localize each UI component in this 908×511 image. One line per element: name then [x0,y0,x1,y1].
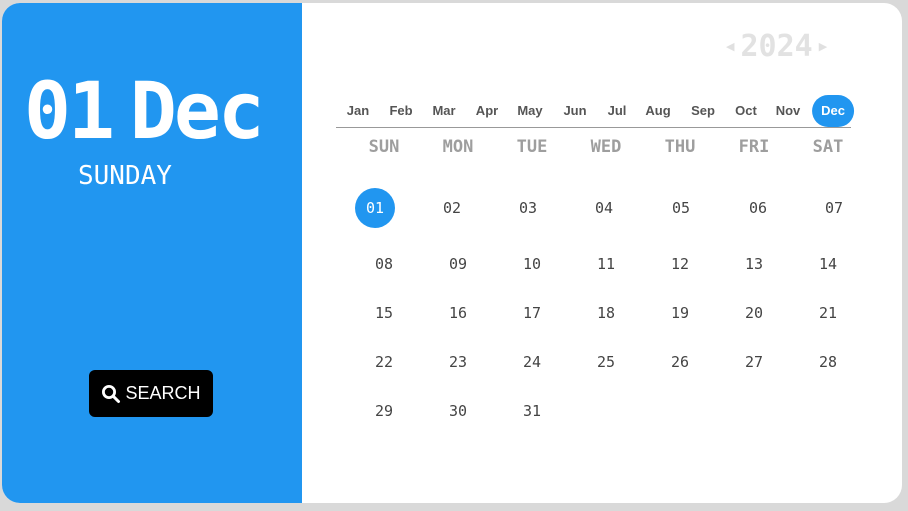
month-item-oct[interactable]: Oct [735,95,757,127]
day-cell[interactable]: 29 [364,391,404,431]
day-cell[interactable]: 04 [584,188,624,228]
month-item-sep[interactable]: Sep [691,95,715,127]
day-cell[interactable]: 16 [438,293,478,333]
day-cell[interactable]: 26 [660,342,700,382]
weekday-header-sat: SAT [812,137,844,157]
weekday-header-wed: WED [590,137,622,157]
day-cell[interactable]: 19 [660,293,700,333]
month-item-jan[interactable]: Jan [347,95,369,127]
day-cell[interactable]: 25 [586,342,626,382]
day-cell[interactable]: 24 [512,342,552,382]
day-cell[interactable]: 12 [660,244,700,284]
day-cell[interactable]: 30 [438,391,478,431]
weekday-header-thu: THU [664,137,696,157]
day-cell[interactable]: 17 [512,293,552,333]
day-cell[interactable]: 18 [586,293,626,333]
year-label: 2024 [740,29,813,64]
caret-right-icon[interactable]: ▶ [819,40,827,53]
day-cell[interactable]: 11 [586,244,626,284]
day-cell[interactable]: 01 [355,188,395,228]
day-cell[interactable]: 02 [432,188,472,228]
day-cell[interactable]: 10 [512,244,552,284]
day-cell[interactable]: 08 [364,244,404,284]
month-item-dec[interactable]: Dec [812,95,854,127]
selected-weekday: SUNDAY [78,161,172,191]
year-navigator: ◀ 2024 ▶ [726,29,827,64]
selected-day: 01 [24,67,115,157]
month-item-jul[interactable]: Jul [608,95,627,127]
day-cell[interactable]: 15 [364,293,404,333]
selected-date-panel: 01 Dec SUNDAY SEARCH [2,3,302,503]
day-cell[interactable]: 14 [808,244,848,284]
month-divider [336,127,851,128]
day-cell[interactable]: 27 [734,342,774,382]
month-selector: Jan Feb Mar Apr May Jun Jul Aug Sep Oct Nov Dec [336,95,856,127]
day-cell[interactable]: 13 [734,244,774,284]
weekday-header-fri: FRI [738,137,770,157]
search-button[interactable]: SEARCH [89,370,213,417]
day-cell[interactable]: 09 [438,244,478,284]
day-cell[interactable]: 20 [734,293,774,333]
selected-date: 01 Dec [24,73,265,151]
search-icon [101,384,121,404]
day-cell[interactable]: 31 [512,391,552,431]
caret-left-icon[interactable]: ◀ [726,40,734,53]
day-cell[interactable]: 23 [438,342,478,382]
month-item-nov[interactable]: Nov [776,95,801,127]
weekday-header-sun: SUN [368,137,400,157]
day-cell[interactable]: 21 [808,293,848,333]
month-item-aug[interactable]: Aug [645,95,670,127]
day-cell[interactable]: 05 [661,188,701,228]
month-item-mar[interactable]: Mar [432,95,455,127]
month-item-jun[interactable]: Jun [563,95,586,127]
calendar-panel: ◀ 2024 ▶ Jan Feb Mar Apr May Jun Jul Aug Sep Oct N… [302,3,902,503]
month-item-feb[interactable]: Feb [389,95,412,127]
day-cell[interactable]: 28 [808,342,848,382]
search-button-label: SEARCH [125,383,201,403]
weekday-header-mon: MON [442,137,474,157]
month-item-may[interactable]: May [517,95,542,127]
calendar-card: 01 Dec SUNDAY SEARCH ◀ 2024 ▶ Jan Feb Mar Ap… [2,3,902,503]
selected-month: Dec [129,67,265,157]
month-item-apr[interactable]: Apr [476,95,498,127]
day-cell[interactable]: 06 [738,188,778,228]
day-cell[interactable]: 03 [508,188,548,228]
day-cell[interactable]: 07 [814,188,854,228]
weekday-header-tue: TUE [516,137,548,157]
day-cell[interactable]: 22 [364,342,404,382]
